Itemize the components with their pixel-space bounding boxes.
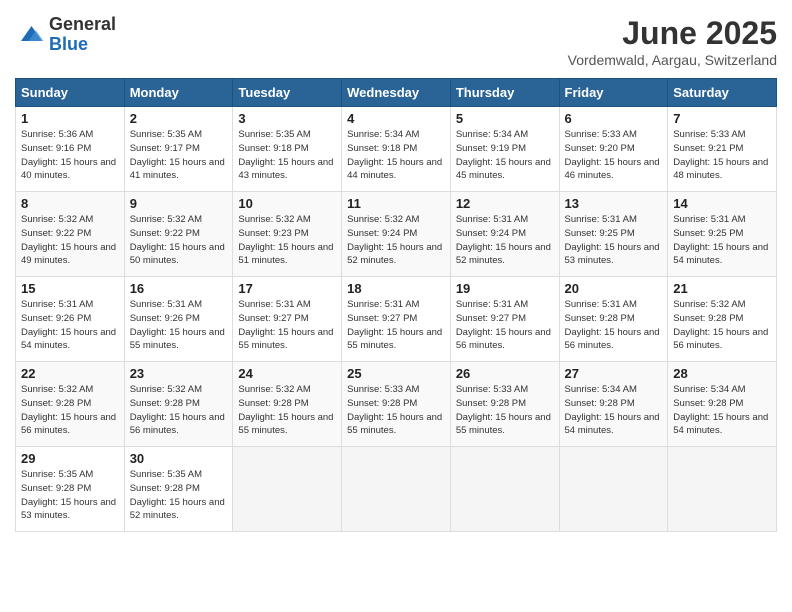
table-row: 19Sunrise: 5:31 AM Sunset: 9:27 PM Dayli… xyxy=(450,277,559,362)
table-row: 9Sunrise: 5:32 AM Sunset: 9:22 PM Daylig… xyxy=(124,192,233,277)
header-wednesday: Wednesday xyxy=(342,79,451,107)
day-1: 1Sunrise: 5:36 AM Sunset: 9:16 PM Daylig… xyxy=(16,107,125,192)
table-row: 21Sunrise: 5:32 AM Sunset: 9:28 PM Dayli… xyxy=(668,277,777,362)
table-row: 20Sunrise: 5:31 AM Sunset: 9:28 PM Dayli… xyxy=(559,277,668,362)
week-row-3: 15Sunrise: 5:31 AM Sunset: 9:26 PM Dayli… xyxy=(16,277,777,362)
title-block: June 2025 Vordemwald, Aargau, Switzerlan… xyxy=(568,15,777,68)
table-row: 25Sunrise: 5:33 AM Sunset: 9:28 PM Dayli… xyxy=(342,362,451,447)
logo-blue: Blue xyxy=(49,35,116,55)
week-row-2: 8Sunrise: 5:32 AM Sunset: 9:22 PM Daylig… xyxy=(16,192,777,277)
table-row: 29Sunrise: 5:35 AM Sunset: 9:28 PM Dayli… xyxy=(16,447,125,532)
header-tuesday: Tuesday xyxy=(233,79,342,107)
page-header: General Blue June 2025 Vordemwald, Aarga… xyxy=(15,15,777,68)
logo-icon xyxy=(15,20,45,50)
header-friday: Friday xyxy=(559,79,668,107)
table-row: 3Sunrise: 5:35 AM Sunset: 9:18 PM Daylig… xyxy=(233,107,342,192)
week-row-1: 1Sunrise: 5:36 AM Sunset: 9:16 PM Daylig… xyxy=(16,107,777,192)
table-row: 12Sunrise: 5:31 AM Sunset: 9:24 PM Dayli… xyxy=(450,192,559,277)
table-row: 11Sunrise: 5:32 AM Sunset: 9:24 PM Dayli… xyxy=(342,192,451,277)
table-row: 30Sunrise: 5:35 AM Sunset: 9:28 PM Dayli… xyxy=(124,447,233,532)
logo-general: General xyxy=(49,15,116,35)
table-row: 8Sunrise: 5:32 AM Sunset: 9:22 PM Daylig… xyxy=(16,192,125,277)
header-sunday: Sunday xyxy=(16,79,125,107)
calendar-subtitle: Vordemwald, Aargau, Switzerland xyxy=(568,52,777,68)
table-row: 27Sunrise: 5:34 AM Sunset: 9:28 PM Dayli… xyxy=(559,362,668,447)
table-row: 14Sunrise: 5:31 AM Sunset: 9:25 PM Dayli… xyxy=(668,192,777,277)
table-row: 13Sunrise: 5:31 AM Sunset: 9:25 PM Dayli… xyxy=(559,192,668,277)
table-row: 6Sunrise: 5:33 AM Sunset: 9:20 PM Daylig… xyxy=(559,107,668,192)
calendar-table: Sunday Monday Tuesday Wednesday Thursday… xyxy=(15,78,777,532)
table-row: 7Sunrise: 5:33 AM Sunset: 9:21 PM Daylig… xyxy=(668,107,777,192)
week-row-4: 22Sunrise: 5:32 AM Sunset: 9:28 PM Dayli… xyxy=(16,362,777,447)
table-row: 28Sunrise: 5:34 AM Sunset: 9:28 PM Dayli… xyxy=(668,362,777,447)
table-row: 16Sunrise: 5:31 AM Sunset: 9:26 PM Dayli… xyxy=(124,277,233,362)
table-row: 18Sunrise: 5:31 AM Sunset: 9:27 PM Dayli… xyxy=(342,277,451,362)
header-row: Sunday Monday Tuesday Wednesday Thursday… xyxy=(16,79,777,107)
table-row xyxy=(342,447,451,532)
table-row: 23Sunrise: 5:32 AM Sunset: 9:28 PM Dayli… xyxy=(124,362,233,447)
table-row: 4Sunrise: 5:34 AM Sunset: 9:18 PM Daylig… xyxy=(342,107,451,192)
logo: General Blue xyxy=(15,15,116,55)
table-row: 5Sunrise: 5:34 AM Sunset: 9:19 PM Daylig… xyxy=(450,107,559,192)
table-row: 15Sunrise: 5:31 AM Sunset: 9:26 PM Dayli… xyxy=(16,277,125,362)
header-saturday: Saturday xyxy=(668,79,777,107)
header-monday: Monday xyxy=(124,79,233,107)
table-row: 17Sunrise: 5:31 AM Sunset: 9:27 PM Dayli… xyxy=(233,277,342,362)
table-row: 26Sunrise: 5:33 AM Sunset: 9:28 PM Dayli… xyxy=(450,362,559,447)
table-row: 24Sunrise: 5:32 AM Sunset: 9:28 PM Dayli… xyxy=(233,362,342,447)
table-row: 10Sunrise: 5:32 AM Sunset: 9:23 PM Dayli… xyxy=(233,192,342,277)
table-row xyxy=(233,447,342,532)
table-row xyxy=(559,447,668,532)
table-row: 2Sunrise: 5:35 AM Sunset: 9:17 PM Daylig… xyxy=(124,107,233,192)
header-thursday: Thursday xyxy=(450,79,559,107)
week-row-5: 29Sunrise: 5:35 AM Sunset: 9:28 PM Dayli… xyxy=(16,447,777,532)
table-row xyxy=(450,447,559,532)
logo-text: General Blue xyxy=(49,15,116,55)
table-row xyxy=(668,447,777,532)
calendar-title: June 2025 xyxy=(568,15,777,52)
table-row: 22Sunrise: 5:32 AM Sunset: 9:28 PM Dayli… xyxy=(16,362,125,447)
